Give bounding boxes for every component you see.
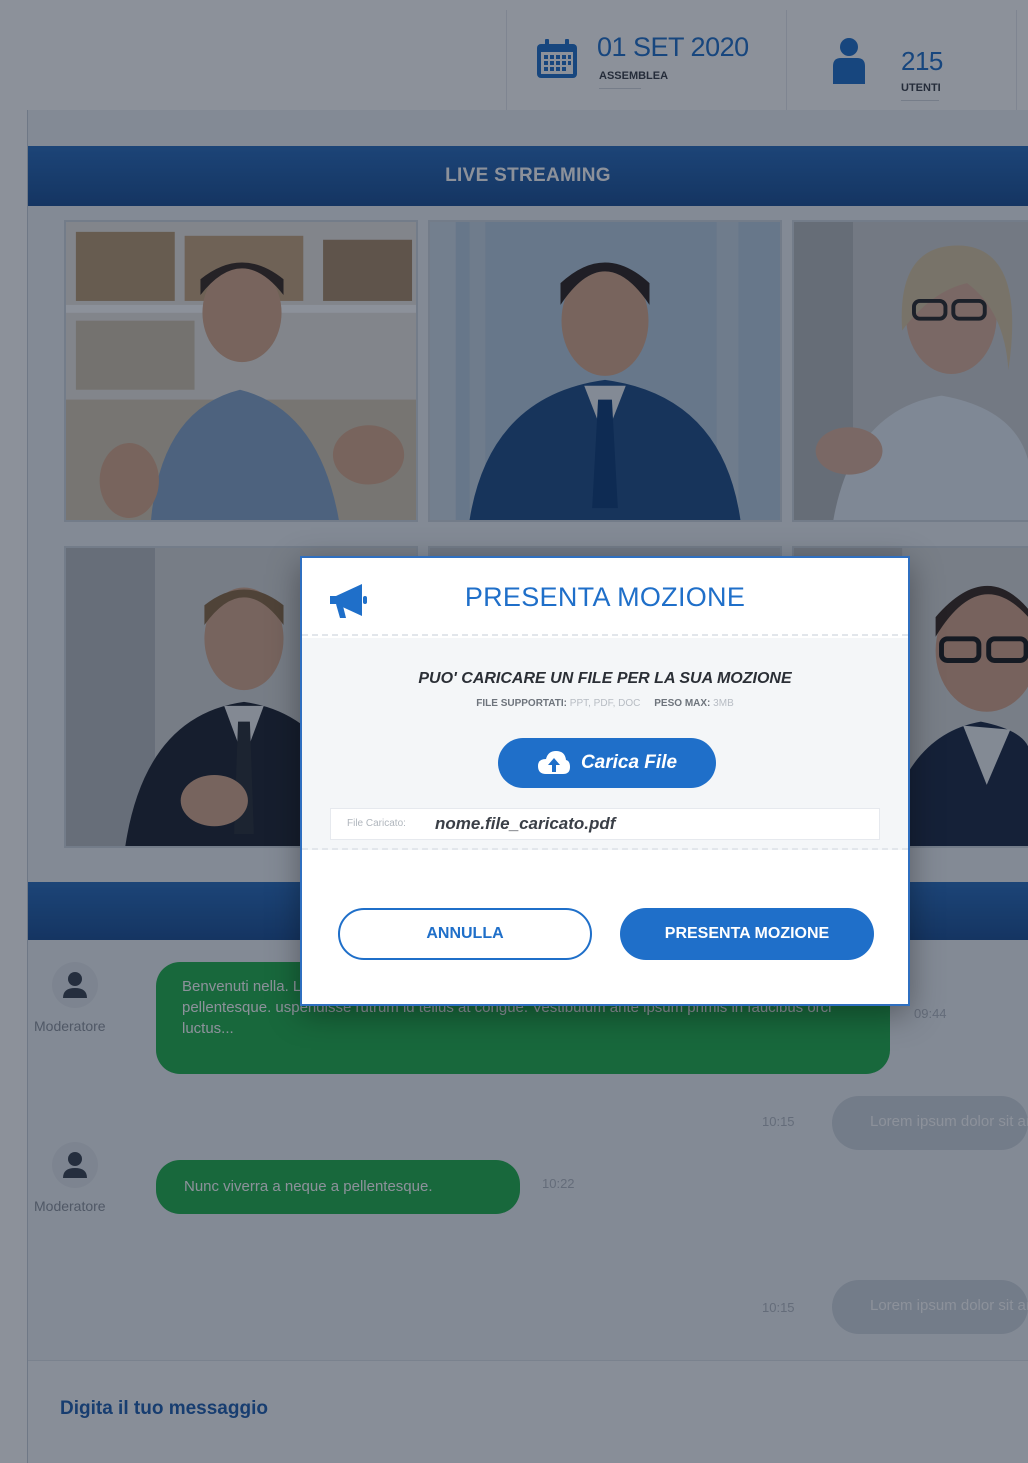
dialog-title: PRESENTA MOZIONE [464, 582, 746, 612]
upload-specs: FILE SUPPORTATI: PPT, PDF, DOC PESO MAX:… [302, 698, 908, 709]
presenta-mozione-dialog: PRESENTA MOZIONE PUO' CARICARE UN FILE P… [300, 556, 910, 1006]
max-size-label: PESO MAX: [654, 698, 711, 709]
dialog-header: PRESENTA MOZIONE [302, 558, 908, 636]
max-size-value: 3MB [713, 698, 734, 709]
uploaded-file-row: File Caricato: nome.file_caricato.pdf [330, 808, 880, 840]
upload-file-button[interactable]: Carica File [498, 738, 716, 788]
upload-heading: PUO' CARICARE UN FILE PER LA SUA MOZIONE [418, 670, 792, 687]
cancel-button[interactable]: ANNULLA [338, 908, 592, 960]
uploaded-file-label: File Caricato: [347, 818, 406, 829]
supported-formats-label: FILE SUPPORTATI: [476, 698, 567, 709]
uploaded-file-name: nome.file_caricato.pdf [435, 814, 616, 833]
upload-button-label: Carica File [580, 752, 678, 773]
cloud-upload-icon [537, 751, 570, 774]
supported-formats-value: PPT, PDF, DOC [569, 698, 641, 709]
submit-motion-button[interactable]: PRESENTA MOZIONE [620, 908, 874, 960]
upload-section: PUO' CARICARE UN FILE PER LA SUA MOZIONE… [302, 638, 908, 850]
